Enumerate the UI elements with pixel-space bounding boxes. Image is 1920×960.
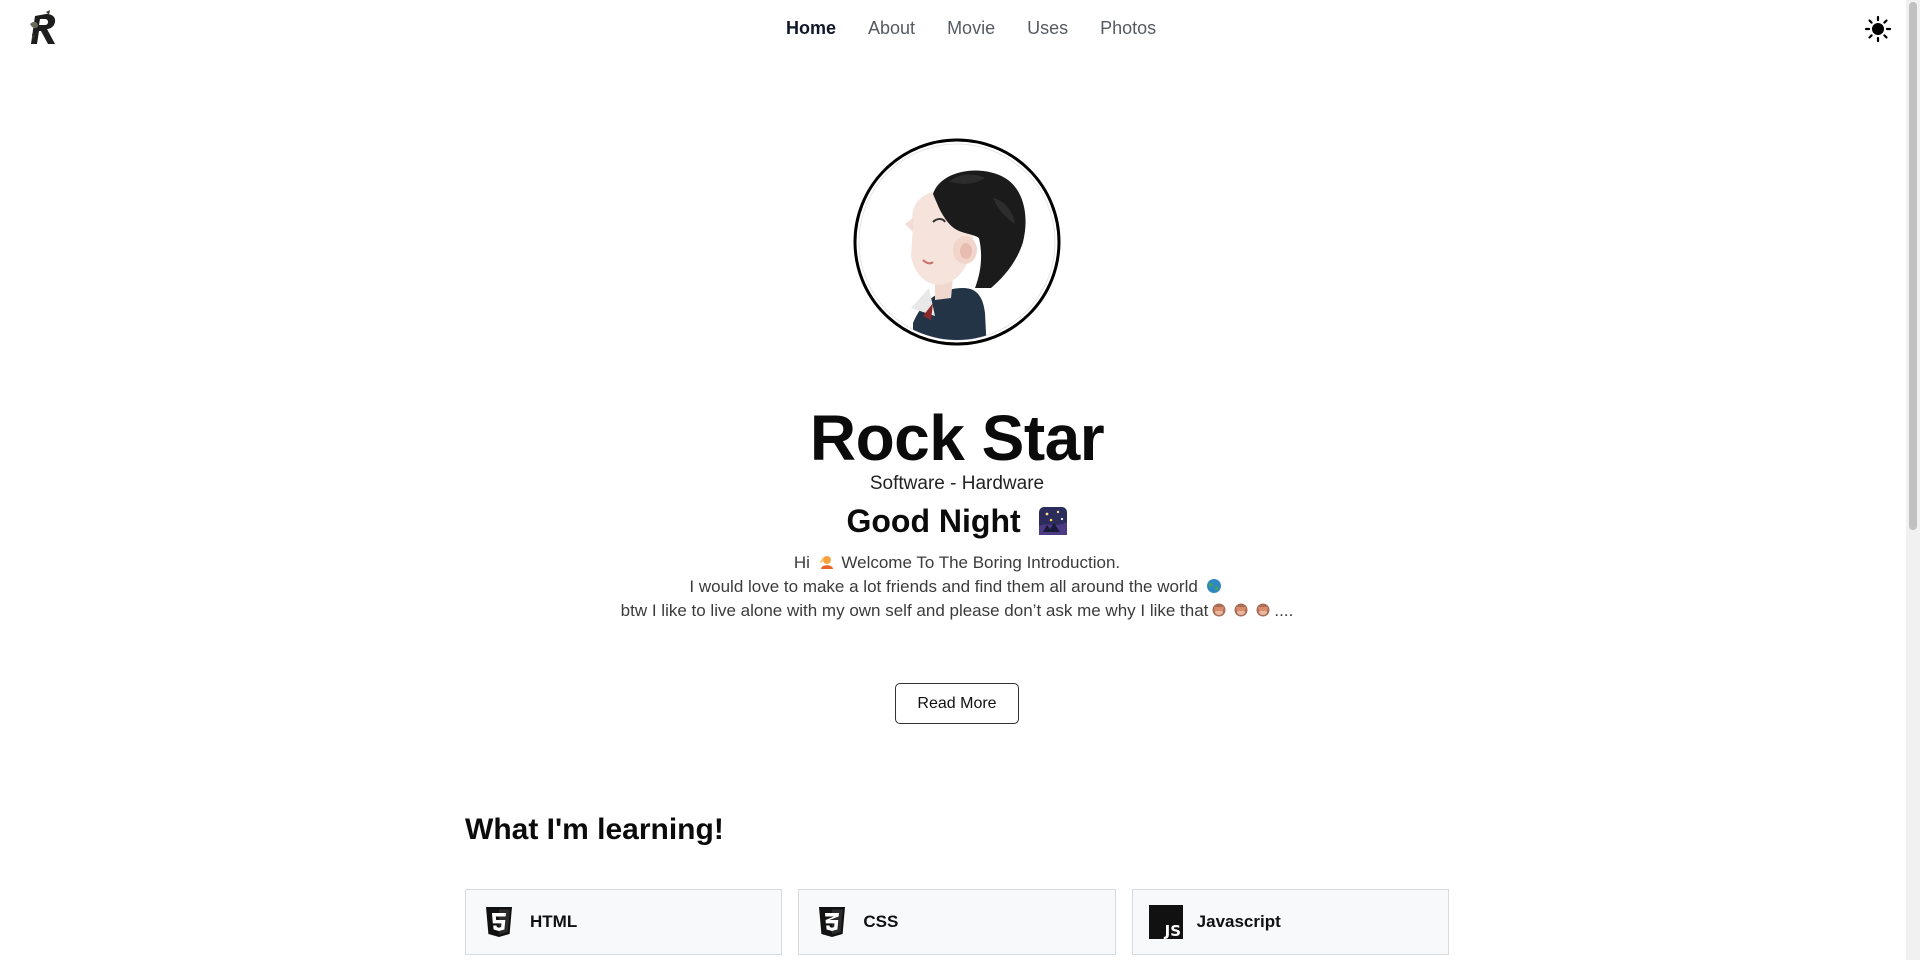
nav-about[interactable]: About xyxy=(852,16,931,40)
intro-line-3: btw I like to live alone with my own sel… xyxy=(0,599,1914,623)
intro-line-2: I would love to make a lot friends and f… xyxy=(0,575,1914,599)
profile-name: Rock Star xyxy=(809,402,1105,474)
nav-home[interactable]: Home xyxy=(786,16,852,40)
javascript-icon: JS xyxy=(1148,905,1183,939)
intro-friends: I would love to make a lot friends and f… xyxy=(689,577,1198,596)
greeting: Good Night xyxy=(0,500,1914,542)
intro-ellipsis: .... xyxy=(1274,601,1294,620)
svg-text:JS: JS xyxy=(1163,922,1180,939)
read-more-button[interactable]: Read More xyxy=(895,683,1019,724)
night-sky-icon xyxy=(1038,507,1067,535)
see-no-evil-monkey-icon xyxy=(1234,603,1248,617)
intro-line-1: Hi Welcome To The Boring Introduction. xyxy=(0,551,1914,575)
nav-photos[interactable]: Photos xyxy=(1084,16,1172,40)
learning-section-title: What I'm learning! xyxy=(465,813,724,846)
learning-card-javascript[interactable]: JS Javascript xyxy=(1131,889,1449,955)
css3-icon xyxy=(819,907,846,937)
learning-card-html[interactable]: HTML xyxy=(465,889,783,955)
intro-hi: Hi xyxy=(793,553,810,572)
waving-person-icon xyxy=(819,556,833,569)
globe-icon xyxy=(1206,579,1221,593)
learning-cards: HTML CSS JS Javascript xyxy=(465,889,1449,955)
intro-welcome: Welcome To The Boring Introduction. xyxy=(841,553,1121,572)
learning-card-css[interactable]: CSS xyxy=(798,889,1116,955)
avatar xyxy=(853,138,1061,346)
see-no-evil-monkey-icon xyxy=(1256,603,1270,617)
intro-text: Hi Welcome To The Boring Introduction. I… xyxy=(0,551,1914,623)
see-no-evil-monkey-icon xyxy=(1212,603,1226,617)
logo-icon[interactable] xyxy=(26,10,62,50)
nav-movie[interactable]: Movie xyxy=(931,16,1011,40)
profile-subtitle: Software - Hardware xyxy=(869,473,1045,494)
html5-icon xyxy=(486,907,512,937)
nav-uses[interactable]: Uses xyxy=(1011,16,1084,40)
greeting-text: Good Night xyxy=(846,503,1021,539)
sun-icon[interactable] xyxy=(1864,15,1892,43)
site-header: Home About Movie Uses Photos xyxy=(0,0,1920,56)
learning-card-label: HTML xyxy=(530,912,578,931)
main-nav: Home About Movie Uses Photos xyxy=(786,16,1172,40)
intro-alone: btw I like to live alone with my own sel… xyxy=(620,601,1209,620)
learning-card-label: Javascript xyxy=(1196,912,1281,931)
learning-card-label: CSS xyxy=(863,912,899,931)
